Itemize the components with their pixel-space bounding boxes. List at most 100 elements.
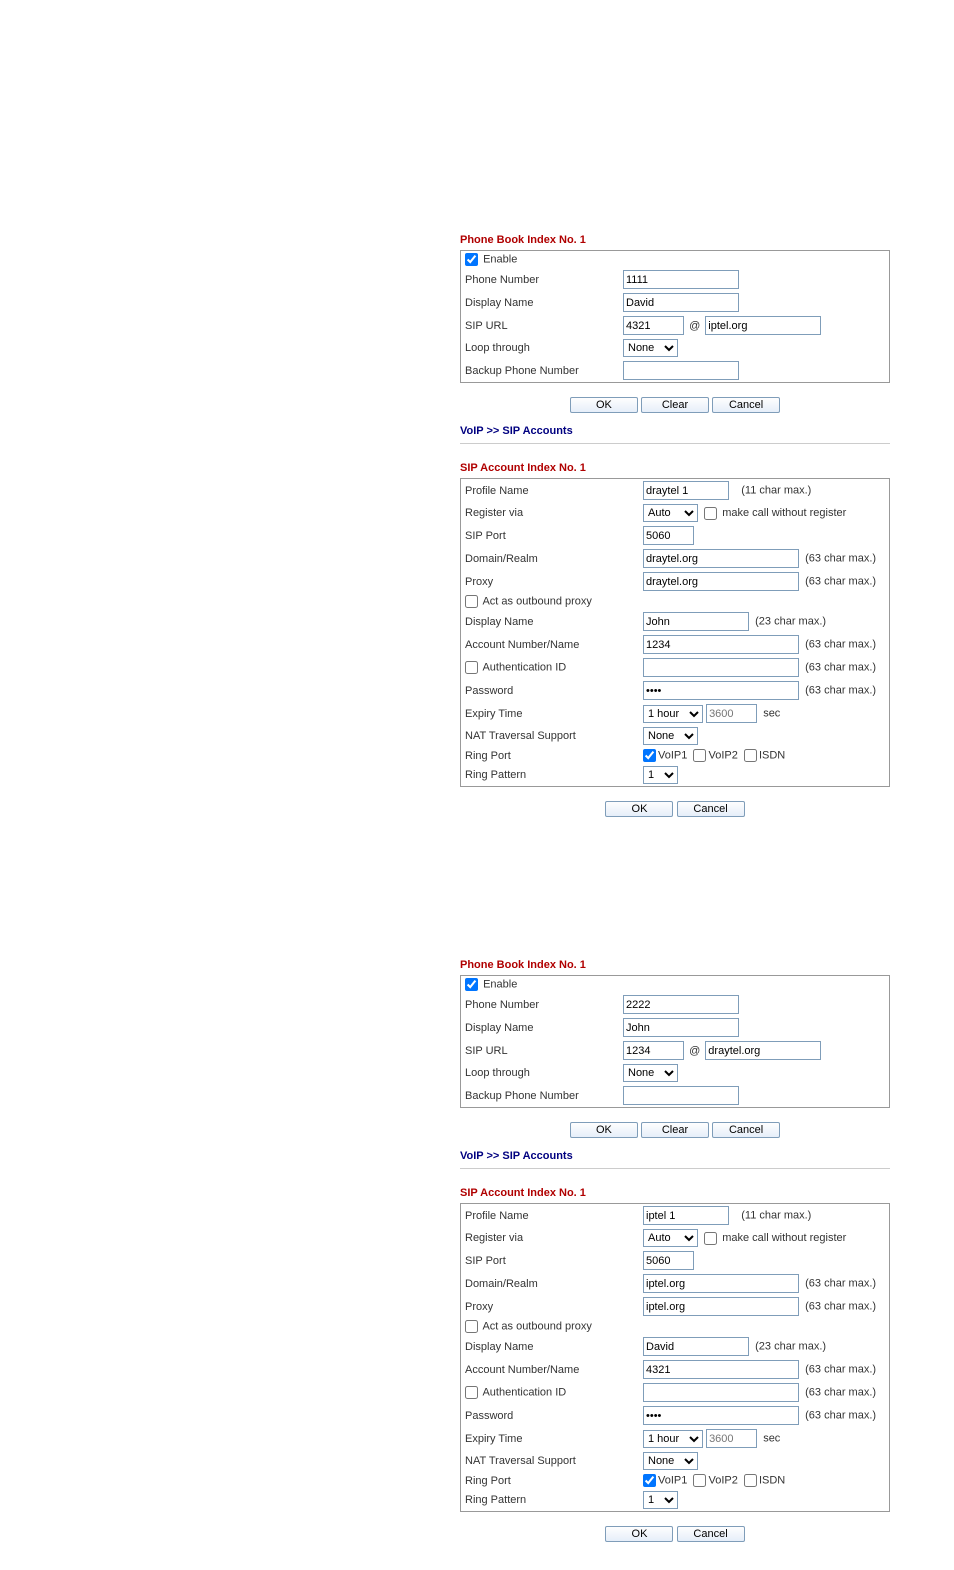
account-input[interactable] [643, 1360, 799, 1379]
profile-name-input[interactable] [643, 481, 729, 500]
sip-account-table: Profile Name (11 char max.) Register via… [460, 478, 890, 787]
sip-url-user-input[interactable] [623, 316, 684, 335]
display-name-input2[interactable] [643, 1337, 749, 1356]
isdn-checkbox[interactable] [744, 749, 757, 762]
ok-button[interactable]: OK [570, 397, 638, 413]
nat-select[interactable]: None [643, 727, 698, 745]
label-backup-phone: Backup Phone Number [461, 359, 620, 383]
label-phone-number: Phone Number [461, 993, 620, 1016]
label-register-via: Register via [461, 1227, 640, 1249]
cancel-button[interactable]: Cancel [712, 397, 780, 413]
display-name-input[interactable] [623, 293, 739, 312]
divider [460, 1168, 890, 1169]
expiry-seconds-input[interactable] [706, 1429, 757, 1448]
ok-button[interactable]: OK [570, 1122, 638, 1138]
enable-checkbox[interactable] [465, 253, 478, 266]
label-expiry: Expiry Time [461, 1427, 640, 1450]
auth-id-checkbox[interactable] [465, 1386, 478, 1399]
make-call-checkbox[interactable] [704, 507, 717, 520]
auth-id-input[interactable] [643, 1383, 799, 1402]
sip-account-table: Profile Name (11 char max.) Register via… [460, 1203, 890, 1512]
display-name-input[interactable] [623, 1018, 739, 1037]
loop-through-select[interactable]: None [623, 1064, 678, 1082]
clear-button[interactable]: Clear [641, 397, 709, 413]
sip-port-input[interactable] [643, 526, 694, 545]
password-input[interactable] [643, 1406, 799, 1425]
clear-button[interactable]: Clear [641, 1122, 709, 1138]
sip-url-domain-input[interactable] [705, 316, 821, 335]
register-via-select[interactable]: Auto [643, 504, 698, 522]
label-account: Account Number/Name [461, 633, 640, 656]
label-register-via: Register via [461, 502, 640, 524]
label-sip-port: SIP Port [461, 1249, 640, 1272]
outbound-checkbox[interactable] [465, 1320, 478, 1333]
hint-domain: (63 char max.) [805, 553, 876, 565]
voip2-checkbox[interactable] [693, 1474, 706, 1487]
register-via-select[interactable]: Auto [643, 1229, 698, 1247]
hint-proxy: (63 char max.) [805, 576, 876, 588]
outbound-checkbox[interactable] [465, 595, 478, 608]
label-profile-name: Profile Name [461, 479, 640, 503]
cancel-button[interactable]: Cancel [677, 801, 745, 817]
label-ring-pattern: Ring Pattern [461, 1489, 640, 1512]
expiry-seconds-input[interactable] [706, 704, 757, 723]
label-nat: NAT Traversal Support [461, 725, 640, 747]
label-loop-through: Loop through [461, 337, 620, 359]
sip-url-domain-input[interactable] [705, 1041, 821, 1060]
label-loop-through: Loop through [461, 1062, 620, 1084]
label-password: Password [461, 1404, 640, 1427]
outbound-label: Act as outbound proxy [482, 1320, 591, 1332]
label-profile-name: Profile Name [461, 1204, 640, 1228]
voip2-checkbox[interactable] [693, 749, 706, 762]
proxy-input[interactable] [643, 1297, 799, 1316]
hint-proxy: (63 char max.) [805, 1301, 876, 1313]
hint-account: (63 char max.) [805, 1364, 876, 1376]
domain-input[interactable] [643, 1274, 799, 1293]
auth-id-input[interactable] [643, 658, 799, 677]
ok-button[interactable]: OK [605, 1526, 673, 1542]
make-call-checkbox[interactable] [704, 1232, 717, 1245]
domain-input[interactable] [643, 549, 799, 568]
auth-id-checkbox[interactable] [465, 661, 478, 674]
isdn-checkbox[interactable] [744, 1474, 757, 1487]
profile-name-input[interactable] [643, 1206, 729, 1225]
voip1-checkbox[interactable] [643, 749, 656, 762]
phonebook-title: Phone Book Index No. 1 [460, 230, 890, 250]
label-display-name2: Display Name [461, 1335, 640, 1358]
voip2-label: VoIP2 [708, 749, 737, 761]
proxy-input[interactable] [643, 572, 799, 591]
sip-port-input[interactable] [643, 1251, 694, 1270]
label-ring-port: Ring Port [461, 1472, 640, 1489]
expiry-select[interactable]: 1 hour [643, 1430, 703, 1448]
auth-id-label: Authentication ID [482, 1386, 566, 1398]
password-input[interactable] [643, 681, 799, 700]
loop-through-select[interactable]: None [623, 339, 678, 357]
cancel-button[interactable]: Cancel [677, 1526, 745, 1542]
phone-number-input[interactable] [623, 995, 739, 1014]
expiry-select[interactable]: 1 hour [643, 705, 703, 723]
label-display-name: Display Name [461, 291, 620, 314]
make-call-label: make call without register [722, 507, 846, 519]
ok-button[interactable]: OK [605, 801, 673, 817]
backup-phone-input[interactable] [623, 361, 739, 380]
enable-label: Enable [483, 978, 517, 990]
display-name-input2[interactable] [643, 612, 749, 631]
voip1-checkbox[interactable] [643, 1474, 656, 1487]
account-input[interactable] [643, 635, 799, 654]
cancel-button[interactable]: Cancel [712, 1122, 780, 1138]
ring-pattern-select[interactable]: 1 [643, 766, 678, 784]
phone-number-input[interactable] [623, 270, 739, 289]
hint-profile-name: (11 char max.) [741, 485, 811, 497]
nat-select[interactable]: None [643, 1452, 698, 1470]
label-ring-port: Ring Port [461, 747, 640, 764]
hint-account: (63 char max.) [805, 639, 876, 651]
label-sip-url: SIP URL [461, 1039, 620, 1062]
voip1-label: VoIP1 [658, 749, 687, 761]
enable-checkbox[interactable] [465, 978, 478, 991]
ring-pattern-select[interactable]: 1 [643, 1491, 678, 1509]
phonebook-title: Phone Book Index No. 1 [460, 955, 890, 975]
backup-phone-input[interactable] [623, 1086, 739, 1105]
hint-domain: (63 char max.) [805, 1278, 876, 1290]
enable-label: Enable [483, 253, 517, 265]
sip-url-user-input[interactable] [623, 1041, 684, 1060]
